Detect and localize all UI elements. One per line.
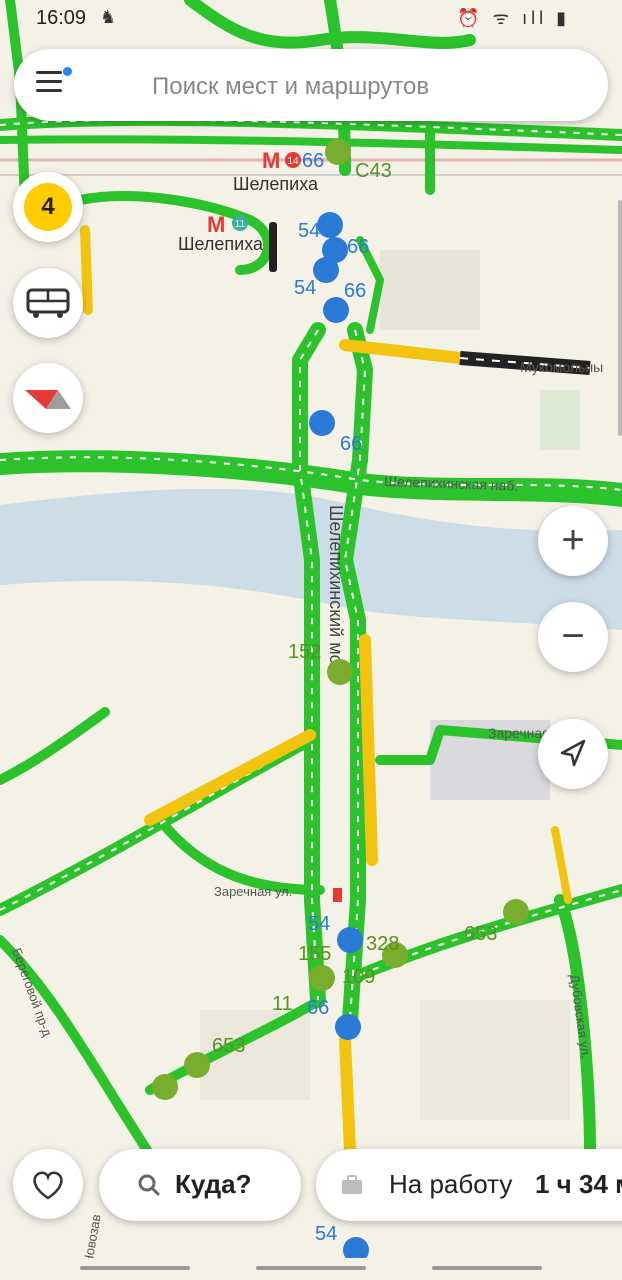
search-bar[interactable]: Поиск мест и маршрутов: [14, 49, 608, 121]
notification-dot: [63, 67, 72, 76]
status-time: 16:09: [36, 7, 87, 29]
nav-handle: [432, 1266, 542, 1270]
heart-icon: [33, 1171, 63, 1200]
zoom-in-button[interactable]: +: [538, 506, 608, 576]
route-number[interactable]: 66: [302, 150, 324, 172]
plus-icon: +: [561, 518, 585, 562]
layers-icon: [25, 390, 71, 409]
bus-stop-icon[interactable]: [309, 965, 335, 991]
notification-icon: ♞: [100, 7, 117, 27]
route-number[interactable]: 109: [342, 966, 375, 988]
briefcase-icon: [342, 1175, 362, 1194]
traffic-button[interactable]: 4: [13, 172, 83, 242]
where-to-button[interactable]: Куда?: [99, 1149, 301, 1221]
layers-button[interactable]: [13, 363, 83, 433]
street-label: Шелепихинский мост: [326, 505, 346, 682]
favorites-button[interactable]: [13, 1149, 83, 1219]
work-label: На работу: [389, 1169, 513, 1199]
metro-entrance-icon: [269, 222, 277, 272]
status-bar: 16:09 ♞ ⏰ ᯤ ıll ▮: [0, 0, 622, 38]
route-number[interactable]: 66: [307, 997, 329, 1019]
route-number[interactable]: 152: [288, 641, 321, 663]
search-icon: [138, 1174, 160, 1196]
nav-handle: [80, 1266, 190, 1270]
building-block: [380, 250, 480, 330]
trolleybus-stop-icon[interactable]: [335, 1014, 361, 1040]
street-label: Заречная ул.: [214, 884, 292, 899]
metro-icon: М: [262, 148, 280, 173]
route-number[interactable]: 653: [212, 1035, 245, 1057]
bus-stop-icon[interactable]: [184, 1052, 210, 1078]
menu-icon[interactable]: [36, 67, 72, 99]
bus-icon: [26, 288, 70, 318]
trolleybus-stop-icon[interactable]: [309, 410, 335, 436]
route-number[interactable]: 66: [340, 433, 362, 455]
work-travel-time: 1 ч 34 м: [535, 1169, 622, 1199]
transport-button[interactable]: [13, 268, 83, 338]
route-number[interactable]: 66: [347, 236, 369, 258]
system-nav-bar: [0, 1258, 622, 1280]
route-number[interactable]: 54: [298, 220, 320, 242]
route-number[interactable]: 155: [298, 943, 331, 965]
route-number[interactable]: С43: [355, 160, 392, 182]
my-location-button[interactable]: [538, 719, 608, 789]
bus-stop-icon[interactable]: [327, 659, 353, 685]
metro-station-label[interactable]: Шелепиха: [178, 234, 264, 254]
traffic-level-badge: 4: [24, 183, 72, 231]
side-panel-handle[interactable]: [618, 200, 622, 436]
where-to-label: Куда?: [175, 1169, 252, 1199]
route-number[interactable]: 66: [344, 280, 366, 302]
route-to-work-button[interactable]: На работу 1 ч 34 м: [316, 1149, 622, 1221]
trolleybus-stop-icon[interactable]: [337, 927, 363, 953]
search-placeholder[interactable]: Поиск мест и маршрутов: [152, 73, 429, 101]
trolleybus-stop-icon[interactable]: [313, 257, 339, 283]
route-number[interactable]: 54: [308, 913, 330, 935]
trolleybus-stop-icon[interactable]: [317, 212, 343, 238]
metro-line-number: 14: [287, 156, 299, 167]
park-area: [540, 390, 580, 450]
status-icons: ⏰ ᯤ ıll ▮: [457, 8, 570, 28]
route-number[interactable]: 653: [464, 923, 497, 945]
building-block: [420, 1000, 570, 1120]
map-view[interactable]: М 14 Шелепиха М 11 Шелепиха Мукомольны Ш…: [0, 0, 622, 1280]
minus-icon: −: [561, 614, 585, 658]
bus-stop-icon[interactable]: [325, 139, 351, 165]
street-label: Мукомольны: [520, 359, 603, 375]
bus-stop-icon[interactable]: [152, 1074, 178, 1100]
nav-handle: [256, 1266, 366, 1270]
route-number[interactable]: 54: [315, 1223, 337, 1245]
route-number[interactable]: 11: [272, 993, 293, 1015]
bus-stop-icon[interactable]: [503, 899, 529, 925]
metro-station-label[interactable]: Шелепиха: [233, 174, 319, 194]
navigation-arrow-icon: [560, 739, 586, 767]
route-number[interactable]: 54: [294, 277, 316, 299]
traffic-light-icon: [333, 888, 342, 902]
route-number[interactable]: 328: [366, 933, 399, 955]
zoom-out-button[interactable]: −: [538, 602, 608, 672]
metro-line-number: 11: [235, 219, 246, 230]
